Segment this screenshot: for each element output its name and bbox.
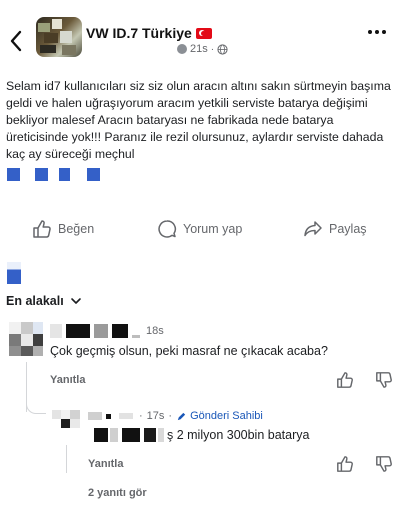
avatar-pixelated (9, 322, 43, 356)
post-time: 21s (190, 43, 208, 55)
comment-dislike-button[interactable] (375, 371, 393, 394)
chevron-left-icon (10, 30, 22, 52)
post-action-bar: Beğen Yorum yap Paylaş (0, 219, 400, 245)
reply-button[interactable]: Yanıtla (50, 374, 85, 386)
reply-time: 17s (146, 410, 165, 422)
like-label: Beğen (58, 222, 95, 236)
more-options-button[interactable] (368, 30, 386, 34)
reply-button[interactable]: Yanıtla (88, 458, 123, 470)
pen-icon (177, 412, 186, 420)
post-header: VW ID.7 Türkiye 21s · (0, 0, 400, 70)
post-media-blocks (7, 168, 107, 182)
media-block (59, 168, 70, 181)
comment-sort-dropdown[interactable]: En alakalı (6, 294, 82, 308)
see-replies-link[interactable]: 2 yanıtı gör (88, 487, 147, 499)
globe-icon (217, 43, 228, 55)
author-badge: Gönderi Sahibi (176, 410, 263, 422)
thumbs-down-icon (376, 456, 392, 472)
thumbs-up-icon (33, 220, 51, 238)
thread-connector-curve (26, 395, 46, 414)
thumbs-down-icon (376, 372, 392, 388)
comment-like-button[interactable] (336, 371, 354, 394)
commenter-avatar[interactable] (9, 322, 43, 356)
chevron-down-icon (70, 298, 81, 304)
group-name: VW ID.7 Türkiye (86, 25, 192, 41)
reply-like-button[interactable] (336, 455, 354, 478)
comment-label: Yorum yap (183, 222, 243, 236)
comment-icon (158, 220, 177, 238)
avatar-pixelated (52, 410, 80, 428)
group-avatar[interactable] (36, 17, 82, 57)
comment-time: 18s (146, 325, 164, 337)
more-icon (368, 30, 372, 34)
back-button[interactable] (6, 28, 28, 54)
author-badge-label: Gönderi Sahibi (190, 410, 263, 422)
post-text: Selam id7 kullanıcıları siz siz olun ara… (6, 79, 391, 161)
comment-text: Çok geçmiş olsun, peki masraf ne çıkacak… (50, 344, 328, 358)
group-title[interactable]: VW ID.7 Türkiye (86, 25, 212, 41)
thread-connector (66, 445, 67, 473)
author-avatar-mini (177, 44, 187, 54)
thumbs-up-icon (337, 456, 353, 472)
like-button[interactable]: Beğen (32, 219, 94, 239)
reply-dislike-button[interactable] (375, 455, 393, 478)
media-block (7, 168, 20, 181)
commenter-name-redacted[interactable] (50, 324, 142, 338)
media-block (35, 168, 48, 181)
reaction-summary[interactable] (7, 262, 21, 284)
share-icon (304, 221, 322, 237)
thumbs-up-icon (337, 372, 353, 388)
reply-meta: · 17s · Gönderi Sahibi (88, 410, 263, 422)
comment-button[interactable]: Yorum yap (157, 219, 242, 239)
post-meta: 21s · (177, 43, 228, 55)
media-block (87, 168, 100, 181)
reply-author-avatar[interactable] (52, 410, 80, 436)
share-label: Paylaş (329, 222, 367, 236)
sort-label: En alakalı (6, 294, 64, 308)
reply-text: ş 2 milyon 300bin batarya (167, 428, 310, 442)
share-button[interactable]: Paylaş (303, 219, 367, 239)
turkey-flag-icon (195, 27, 212, 39)
reply-name-redacted[interactable] (88, 428, 166, 442)
